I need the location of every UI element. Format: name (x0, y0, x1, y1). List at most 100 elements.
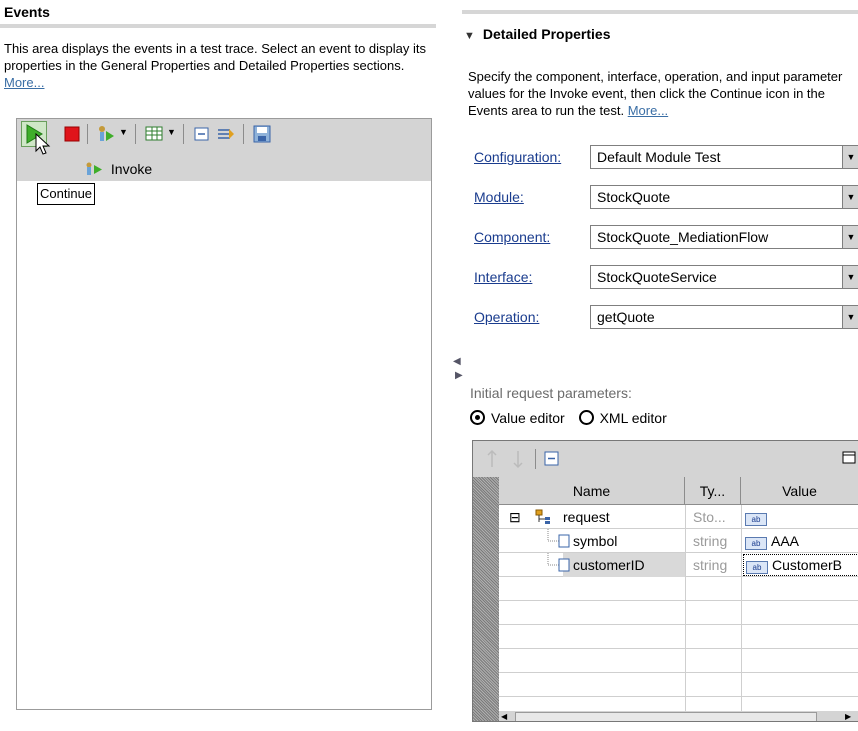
row-name: symbol (573, 533, 618, 549)
row-name: request (563, 509, 610, 525)
tree-collapse-icon[interactable]: ⊟ (509, 505, 521, 529)
value-editor-radio[interactable]: Value editor (470, 410, 565, 426)
stop-button[interactable] (61, 123, 83, 145)
table-view-button[interactable] (143, 123, 165, 145)
move-down-icon[interactable] (511, 449, 525, 469)
component-value: StockQuote_MediationFlow (597, 229, 769, 245)
collapse-icon[interactable] (543, 449, 561, 469)
table-icon (145, 126, 163, 141)
row-type: Sto... (693, 509, 726, 525)
configuration-label[interactable]: Configuration: (474, 149, 561, 165)
interface-label[interactable]: Interface: (474, 269, 532, 285)
radio-selected-icon[interactable] (470, 410, 485, 425)
parameters-toolbar (473, 441, 858, 477)
module-label[interactable]: Module: (474, 189, 524, 205)
continue-tooltip: Continue (37, 183, 96, 205)
properties-more-link[interactable]: More... (628, 103, 668, 118)
operation-value: getQuote (597, 309, 655, 325)
chevron-down-icon[interactable]: ▼ (842, 226, 858, 248)
step-icon (99, 126, 114, 141)
invoke-dropdown-arrow[interactable]: ▼ (119, 127, 128, 137)
row-header-gutter (473, 477, 499, 721)
stop-icon (64, 126, 80, 142)
save-icon (253, 125, 271, 143)
collapse-triangle-icon[interactable]: ▼ (464, 30, 475, 42)
row-name: customerID (573, 557, 645, 573)
initial-params-label: Initial request parameters: (470, 385, 632, 401)
xml-editor-radio[interactable]: XML editor (578, 410, 667, 426)
radio-unselected-icon[interactable] (578, 410, 594, 425)
parameters-table: Name Ty... Value ⊟ request Sto... ab sym… (472, 440, 858, 722)
mouse-cursor-icon (35, 133, 51, 155)
table-row (499, 625, 858, 649)
tree-item-invoke[interactable]: Invoke (85, 161, 152, 177)
operation-combo[interactable]: getQuote ▼ (590, 305, 858, 329)
save-button[interactable] (251, 123, 273, 145)
sash-arrow-right-icon[interactable]: ▶ (455, 370, 463, 381)
collapse-all-button[interactable] (191, 123, 213, 145)
table-dropdown-arrow[interactable]: ▼ (167, 127, 176, 137)
row-value: AAA (771, 533, 800, 549)
tree-connector (547, 529, 570, 548)
ab-text-icon: ab (746, 561, 768, 574)
toolbar-separator (87, 124, 88, 144)
invoke-event-icon (86, 162, 102, 175)
component-combo[interactable]: StockQuote_MediationFlow ▼ (590, 225, 858, 249)
xml-editor-label: XML editor (599, 410, 667, 426)
tree-item-label: Invoke (110, 161, 153, 177)
column-header-type[interactable]: Ty... (685, 477, 741, 505)
chevron-down-icon[interactable]: ▼ (842, 186, 858, 208)
complex-type-icon (535, 509, 550, 524)
row-value-cell[interactable]: ab (745, 505, 771, 529)
module-value: StockQuote (597, 189, 671, 205)
table-row (499, 601, 858, 625)
chevron-down-icon[interactable]: ▼ (842, 146, 858, 168)
column-header-value[interactable]: Value (741, 477, 858, 505)
scroll-thumb[interactable] (515, 712, 817, 721)
events-header-divider (0, 24, 436, 28)
table-row (499, 649, 858, 673)
detailed-properties-title: Detailed Properties (482, 26, 611, 42)
table-row (499, 577, 858, 601)
chevron-down-icon[interactable]: ▼ (842, 266, 858, 288)
configuration-value: Default Module Test (597, 149, 721, 165)
toolbar-separator (535, 449, 536, 469)
move-up-icon[interactable] (485, 449, 499, 469)
link-button[interactable] (215, 123, 237, 145)
row-value-cell[interactable]: ab CustomerB (743, 554, 858, 576)
toolbar-separator (243, 124, 244, 144)
maximize-icon[interactable] (841, 449, 857, 467)
detailed-properties-header[interactable]: ▼ Detailed Properties (464, 26, 611, 42)
row-type: string (693, 533, 728, 549)
chevron-down-icon[interactable]: ▼ (842, 306, 858, 328)
properties-description: Specify the component, interface, operat… (468, 68, 858, 119)
operation-label[interactable]: Operation: (474, 309, 539, 325)
events-description: This area displays the events in a test … (4, 40, 444, 91)
module-combo[interactable]: StockQuote ▼ (590, 185, 858, 209)
ab-text-icon: ab (745, 513, 767, 526)
row-type: string (693, 557, 728, 573)
ab-text-icon: ab (745, 537, 767, 550)
events-panel: ▼ ▼ Invoke Continue (16, 118, 432, 710)
row-value-cell[interactable]: ab AAA (745, 529, 799, 553)
interface-combo[interactable]: StockQuoteService ▼ (590, 265, 858, 289)
horizontal-scrollbar[interactable]: ◀ ▶ (499, 711, 858, 721)
scroll-left-icon[interactable]: ◀ (501, 712, 511, 721)
component-label[interactable]: Component: (474, 229, 550, 245)
toolbar-separator (135, 124, 136, 144)
sash-arrow-left-icon[interactable]: ◀ (453, 356, 461, 367)
scroll-right-icon[interactable]: ▶ (845, 712, 855, 721)
interface-value: StockQuoteService (597, 269, 717, 285)
events-more-link[interactable]: More... (4, 75, 44, 90)
tree-connector (547, 553, 570, 572)
table-row (499, 673, 858, 697)
value-editor-label: Value editor (491, 410, 565, 426)
column-header-name[interactable]: Name (499, 477, 685, 505)
configuration-combo[interactable]: Default Module Test ▼ (590, 145, 858, 169)
invoke-step-button[interactable] (95, 123, 117, 145)
events-title: Events (4, 4, 50, 20)
filter-icon (218, 129, 234, 139)
properties-header-divider (462, 10, 858, 14)
events-description-text: This area displays the events in a test … (4, 41, 426, 73)
events-toolbar: ▼ ▼ Invoke (17, 119, 431, 181)
